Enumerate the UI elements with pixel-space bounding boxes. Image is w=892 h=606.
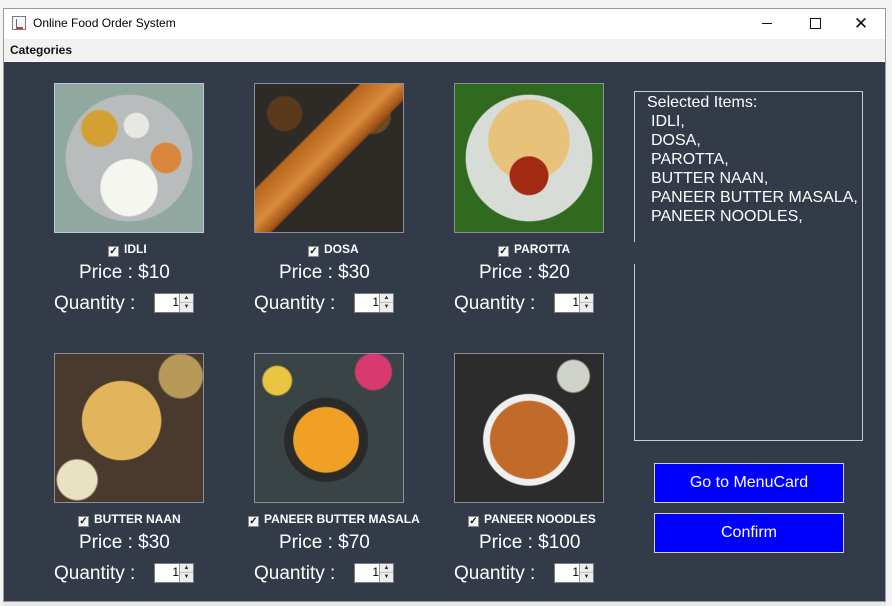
selected-items-textarea[interactable]: Selected Items: IDLI, DOSA, PAROTTA, BUT…	[633, 91, 863, 441]
item-checkbox-parotta[interactable]: ✓ PAROTTA	[498, 242, 571, 257]
minimize-icon	[762, 23, 772, 25]
selected-item-line: IDLI,	[651, 113, 685, 130]
quantity-value[interactable]: 1	[555, 565, 579, 581]
item-price: Price : $10	[79, 262, 170, 283]
food-image-parotta	[454, 83, 604, 233]
item-name: PANEER NOODLES	[484, 512, 596, 526]
quantity-label: Quantity :	[54, 293, 136, 314]
food-image-idli	[54, 83, 204, 233]
item-name: IDLI	[124, 242, 147, 256]
maximize-icon	[809, 18, 821, 30]
checkbox-checked-icon[interactable]: ✓	[468, 516, 479, 527]
selected-item-line: PANEER NOODLES,	[651, 208, 803, 225]
app-window: Online Food Order System ✕ Categories ✓ I…	[3, 8, 886, 602]
spinner-up-icon[interactable]: ▲	[379, 564, 393, 573]
confirm-button[interactable]: Confirm	[654, 513, 844, 553]
close-icon: ✕	[853, 14, 869, 33]
quantity-label: Quantity :	[254, 293, 336, 314]
food-image-paneer-noodles	[454, 353, 604, 503]
selected-item-line: PANEER BUTTER MASALA,	[651, 189, 858, 206]
background-right-edge	[886, 0, 892, 606]
spinner-down-icon[interactable]: ▼	[379, 573, 393, 582]
spinner-down-icon[interactable]: ▼	[579, 303, 593, 312]
food-image-butter-naan	[54, 353, 204, 503]
item-name: PANEER BUTTER MASALA	[264, 512, 420, 526]
item-checkbox-paneer-butter-masala[interactable]: ✓ PANEER BUTTER MASALA	[248, 512, 420, 527]
title-bar[interactable]: Online Food Order System ✕	[4, 9, 885, 38]
item-name: PAROTTA	[514, 242, 571, 256]
quantity-value[interactable]: 1	[355, 565, 379, 581]
quantity-value[interactable]: 1	[155, 565, 179, 581]
item-checkbox-paneer-noodles[interactable]: ✓ PANEER NOODLES	[468, 512, 596, 527]
checkbox-checked-icon[interactable]: ✓	[248, 516, 259, 527]
menu-categories[interactable]: Categories	[10, 43, 72, 57]
go-to-menucard-button[interactable]: Go to MenuCard	[654, 463, 844, 503]
spinner-up-icon[interactable]: ▲	[379, 294, 393, 303]
selected-item-line: DOSA,	[651, 132, 701, 149]
item-checkbox-idli[interactable]: ✓ IDLI	[108, 242, 147, 257]
spinner-down-icon[interactable]: ▼	[579, 573, 593, 582]
checkbox-checked-icon[interactable]: ✓	[308, 246, 319, 257]
quantity-label: Quantity :	[454, 293, 536, 314]
selected-items-heading: Selected Items:	[647, 94, 758, 111]
quantity-stepper[interactable]: 1 ▲ ▼	[154, 293, 194, 313]
quantity-stepper[interactable]: 1 ▲ ▼	[154, 563, 194, 583]
quantity-value[interactable]: 1	[355, 295, 379, 311]
checkbox-checked-icon[interactable]: ✓	[108, 246, 119, 257]
selected-item-line: BUTTER NAAN,	[651, 170, 769, 187]
quantity-label: Quantity :	[254, 563, 336, 584]
quantity-stepper[interactable]: 1 ▲ ▼	[554, 563, 594, 583]
item-price: Price : $30	[279, 262, 370, 283]
minimize-button[interactable]	[744, 9, 790, 38]
food-image-paneer-butter-masala	[254, 353, 404, 503]
item-price: Price : $20	[479, 262, 570, 283]
quantity-label: Quantity :	[454, 563, 536, 584]
selected-item-line: PAROTTA,	[651, 151, 729, 168]
item-checkbox-dosa[interactable]: ✓ DOSA	[308, 242, 359, 257]
java-app-icon	[12, 16, 26, 30]
quantity-value[interactable]: 1	[555, 295, 579, 311]
spinner-up-icon[interactable]: ▲	[179, 564, 193, 573]
quantity-stepper[interactable]: 1 ▲ ▼	[554, 293, 594, 313]
checkbox-checked-icon[interactable]: ✓	[498, 246, 509, 257]
content-panel: ✓ IDLI Price : $10 Quantity : 1 ▲ ▼ ✓ DOSA…	[4, 62, 885, 601]
checkbox-checked-icon[interactable]: ✓	[78, 516, 89, 527]
spinner-up-icon[interactable]: ▲	[579, 564, 593, 573]
item-name: DOSA	[324, 242, 359, 256]
quantity-value[interactable]: 1	[155, 295, 179, 311]
item-price: Price : $70	[279, 532, 370, 553]
maximize-button[interactable]	[792, 9, 838, 38]
spinner-up-icon[interactable]: ▲	[579, 294, 593, 303]
panel-border-gap	[633, 242, 637, 264]
spinner-down-icon[interactable]: ▼	[179, 303, 193, 312]
close-button[interactable]: ✕	[838, 9, 884, 38]
spinner-down-icon[interactable]: ▼	[179, 573, 193, 582]
spinner-up-icon[interactable]: ▲	[179, 294, 193, 303]
quantity-stepper[interactable]: 1 ▲ ▼	[354, 563, 394, 583]
item-price: Price : $30	[79, 532, 170, 553]
quantity-stepper[interactable]: 1 ▲ ▼	[354, 293, 394, 313]
food-image-dosa	[254, 83, 404, 233]
menu-bar: Categories	[4, 39, 885, 61]
quantity-label: Quantity :	[54, 563, 136, 584]
item-price: Price : $100	[479, 532, 581, 553]
window-title: Online Food Order System	[33, 16, 176, 30]
item-name: BUTTER NAAN	[94, 512, 181, 526]
spinner-down-icon[interactable]: ▼	[379, 303, 393, 312]
item-checkbox-butter-naan[interactable]: ✓ BUTTER NAAN	[78, 512, 181, 527]
